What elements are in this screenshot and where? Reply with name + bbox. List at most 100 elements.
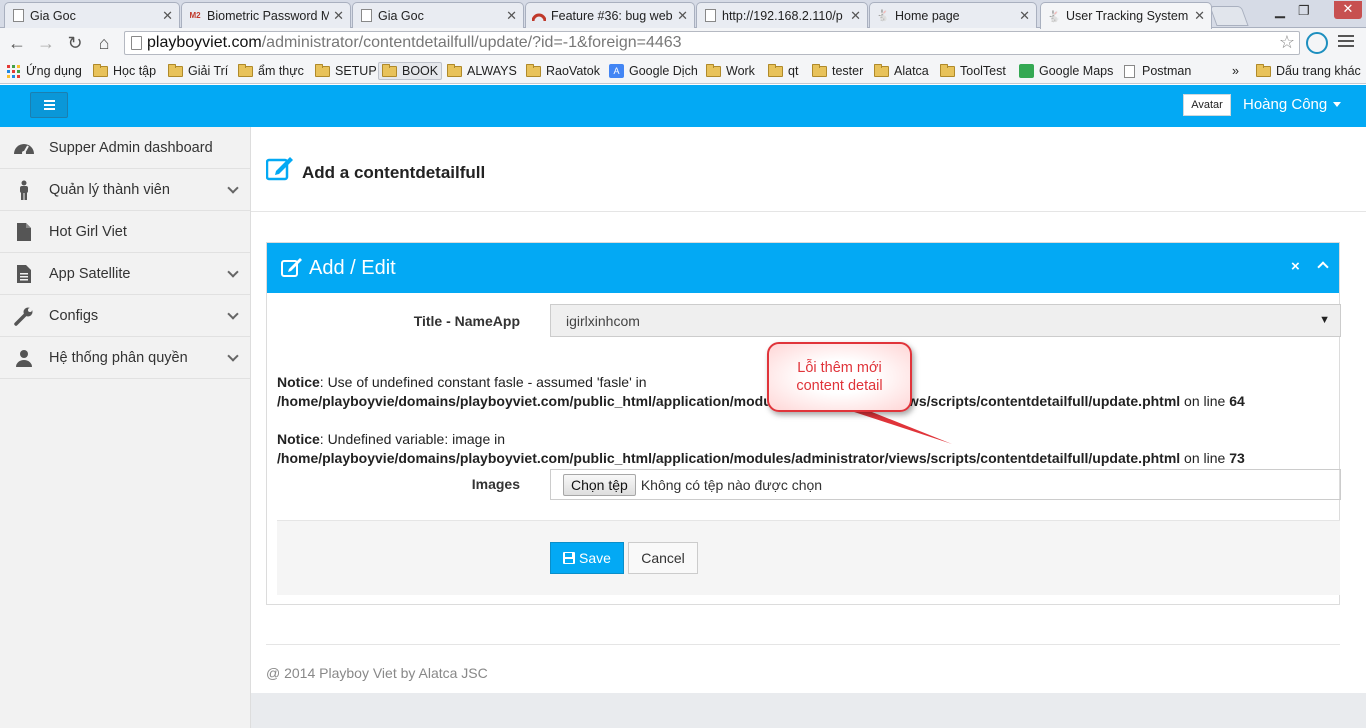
bookmark-folder[interactable]: ToolTest [940, 62, 1006, 80]
bookmark-label: Google Dịch [629, 64, 698, 78]
page-icon [11, 9, 25, 23]
forward-icon[interactable]: → [35, 32, 57, 54]
menu-toggle-button[interactable] [30, 92, 68, 118]
sidebar: Supper Admin dashboard Quản lý thành viê… [0, 127, 251, 728]
user-menu[interactable]: Hoàng Công [1243, 96, 1342, 113]
bookmark-folder[interactable]: tester [812, 62, 863, 80]
close-icon[interactable]: ✕ [850, 8, 861, 24]
bookmark-label: Postman [1142, 64, 1192, 78]
tab-title: User Tracking System [1066, 9, 1189, 23]
restore-icon[interactable]: ❐ [1298, 3, 1310, 21]
browser-tab[interactable]: 🐇 Home page ✕ [869, 2, 1037, 28]
new-tab-button[interactable] [1209, 6, 1249, 26]
tab-title: Biometric Password M [207, 8, 330, 23]
notice-prefix: Notice [277, 374, 320, 390]
google-maps-icon [1019, 64, 1034, 78]
bookmark-folder[interactable]: BOOK [378, 62, 443, 80]
sidebar-item-configs[interactable]: Configs [0, 295, 250, 337]
notice-on-line: on line [1180, 450, 1230, 466]
browser-tab[interactable]: Feature #36: bug web ✕ [525, 2, 695, 28]
browser-menu-icon[interactable] [1338, 35, 1354, 50]
save-button[interactable]: Save [550, 542, 624, 574]
home-icon[interactable]: ⌂ [93, 32, 115, 54]
images-field-label: Images [471, 476, 520, 492]
cancel-button[interactable]: Cancel [628, 542, 698, 574]
redmine-icon [532, 9, 546, 23]
reload-icon[interactable]: ↻ [64, 32, 86, 54]
extension-icon[interactable] [1306, 32, 1328, 54]
minimize-icon[interactable]: ▁ [1275, 3, 1285, 21]
folder-icon [93, 63, 108, 77]
dropdown-arrow-icon: ▼ [1319, 314, 1330, 326]
edit-icon [265, 155, 294, 181]
browser-tab[interactable]: http://192.168.2.110/p ✕ [696, 2, 868, 28]
bookmark-folder[interactable]: Alatca [874, 62, 929, 80]
folder-icon [706, 63, 721, 77]
bookmark-label: RaoVatok [546, 64, 600, 78]
notice-path: /home/playboyvie/domains/playboyviet.com… [277, 450, 1181, 466]
sidebar-item-hot-girl-viet[interactable]: Hot Girl Viet [0, 211, 250, 253]
tab-title: Feature #36: bug web [551, 8, 673, 23]
panel-header: Add / Edit × [267, 243, 1339, 293]
bookmark-link[interactable]: Postman [1124, 62, 1191, 80]
sidebar-item-permissions[interactable]: Hệ thống phân quyền [0, 337, 250, 379]
address-bar[interactable]: playboyviet.com/administrator/contentdet… [124, 31, 1300, 55]
other-bookmarks[interactable]: Dấu trang khác [1256, 62, 1361, 80]
close-icon[interactable]: ✕ [1194, 8, 1205, 24]
bookmark-folder[interactable]: Học tập [93, 62, 156, 80]
caret-down-icon [1333, 102, 1342, 107]
window-close-icon[interactable]: ✕ [1334, 1, 1362, 19]
php-notice: Notice: Use of undefined constant fasle … [277, 373, 1245, 411]
close-icon[interactable]: ✕ [1019, 8, 1030, 24]
bookmark-star-icon[interactable]: ☆ [1279, 32, 1295, 53]
choose-file-button[interactable]: Chọn tệp [563, 473, 636, 496]
images-file-input[interactable]: Chọn tệp Không có tệp nào được chọn [550, 469, 1341, 500]
sidebar-item-dashboard[interactable]: Supper Admin dashboard [0, 127, 250, 169]
browser-tab-active[interactable]: 🐇 User Tracking System ✕ [1040, 2, 1212, 29]
sidebar-item-label: Configs [49, 307, 99, 324]
close-icon[interactable]: × [1291, 258, 1300, 275]
bookmark-folder[interactable]: Giải Trí [168, 62, 228, 80]
bookmark-label: Google Maps [1039, 64, 1114, 78]
close-icon[interactable]: ✕ [333, 8, 344, 24]
user-icon [13, 348, 35, 368]
bookmark-apps[interactable]: Ứng dụng [7, 62, 82, 80]
bookmark-folder[interactable]: qt [768, 62, 798, 80]
browser-tab[interactable]: M2 Biometric Password M ✕ [181, 2, 351, 28]
sidebar-item-members[interactable]: Quản lý thành viên [0, 169, 250, 211]
page-icon [131, 36, 142, 50]
chevron-down-icon [227, 266, 239, 278]
bookmark-folder[interactable]: Work [706, 62, 755, 80]
chevron-down-icon [227, 308, 239, 320]
folder-icon [447, 63, 462, 77]
sidebar-item-label: Hot Girl Viet [49, 223, 127, 240]
close-icon[interactable]: ✕ [506, 8, 517, 24]
bookmark-folder[interactable]: ẩm thực [238, 62, 304, 80]
no-file-text: Không có tệp nào được chọn [640, 476, 823, 493]
bookmark-label: BOOK [402, 64, 439, 78]
back-icon[interactable]: ← [6, 32, 28, 54]
bookmark-link[interactable]: A Google Dịch [609, 62, 698, 80]
bookmark-folder[interactable]: RaoVatok [526, 62, 600, 80]
notice-on-line: on line [1180, 393, 1230, 409]
browser-tab[interactable]: Gia Goc ✕ [4, 2, 180, 28]
save-label: Save [579, 550, 611, 566]
bookmarks-overflow-button[interactable]: » [1232, 62, 1239, 80]
avatar[interactable]: Avatar [1183, 94, 1231, 116]
bookmark-link[interactable]: Google Maps [1019, 62, 1113, 80]
page-icon [359, 9, 373, 23]
bookmark-folder[interactable]: ALWAYS [447, 62, 517, 80]
notice-message: : Use of undefined constant fasle - assu… [319, 374, 647, 390]
browser-tab[interactable]: Gia Goc ✕ [352, 2, 524, 28]
chevron-up-icon[interactable] [1317, 261, 1329, 273]
close-icon[interactable]: ✕ [162, 8, 173, 24]
sidebar-item-label: Supper Admin dashboard [49, 139, 213, 156]
folder-icon [168, 63, 183, 77]
close-icon[interactable]: ✕ [677, 8, 688, 24]
bunny-icon: 🐇 [876, 10, 890, 22]
wrench-icon [13, 306, 35, 326]
tab-title: Gia Goc [30, 8, 76, 23]
title-select[interactable]: igirlxinhcom ▼ [550, 304, 1341, 337]
bookmark-folder[interactable]: SETUP [315, 62, 377, 80]
sidebar-item-app-satellite[interactable]: App Satellite [0, 253, 250, 295]
